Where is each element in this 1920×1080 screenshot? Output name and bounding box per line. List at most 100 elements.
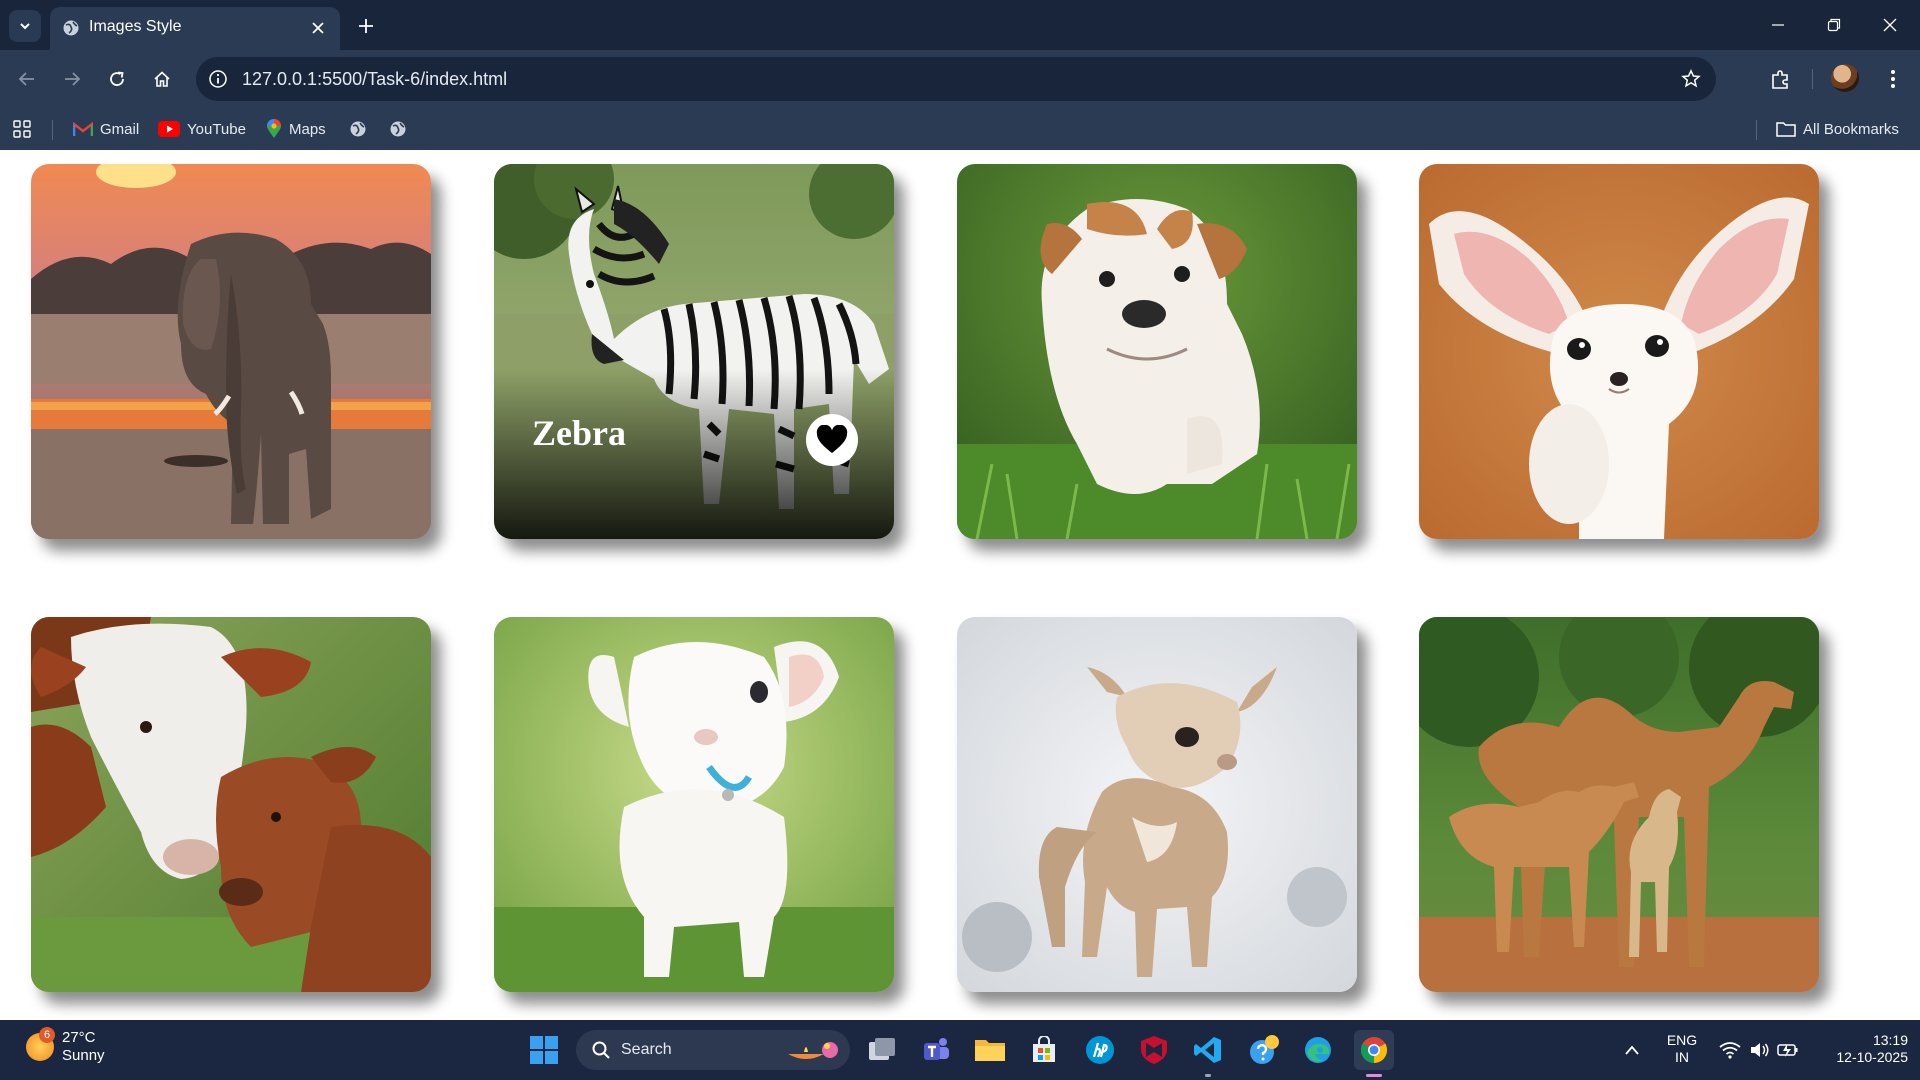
- new-tab-button[interactable]: [352, 12, 380, 40]
- windows-icon: [530, 1036, 558, 1064]
- reload-button[interactable]: [102, 64, 132, 94]
- task-view-button[interactable]: [862, 1030, 902, 1070]
- card-caption: Zebra: [532, 413, 626, 453]
- chrome-button[interactable]: [1354, 1030, 1394, 1070]
- close-icon: [312, 22, 324, 34]
- close-window-button[interactable]: [1870, 10, 1910, 40]
- bookmark-gmail[interactable]: Gmail: [73, 117, 139, 141]
- globe-icon: [63, 20, 79, 36]
- vscode-button[interactable]: [1188, 1030, 1228, 1070]
- back-button[interactable]: [12, 64, 42, 94]
- youtube-icon: [158, 121, 180, 137]
- gallery-card-camels[interactable]: [1419, 617, 1819, 992]
- restore-button[interactable]: [1814, 10, 1854, 40]
- elephant-image: [31, 164, 431, 539]
- taskbar-search-label: Search: [621, 1041, 672, 1058]
- clock-button[interactable]: 13:19 12-10-2025: [1812, 1032, 1908, 1066]
- chevron-down-icon: [20, 23, 30, 30]
- start-button[interactable]: [524, 1030, 564, 1070]
- mcafee-button[interactable]: [1134, 1030, 1174, 1070]
- gallery-card-fennec-fox[interactable]: [1419, 164, 1819, 539]
- apps-button[interactable]: [13, 117, 31, 141]
- bookmark-globe-1[interactable]: [349, 117, 367, 141]
- battery-charging-icon: [1777, 1044, 1798, 1057]
- teams-button[interactable]: [916, 1030, 956, 1070]
- fennec-fox-image: [1419, 164, 1819, 539]
- edge-icon: [1305, 1037, 1331, 1063]
- bookmark-globe-2[interactable]: [389, 117, 407, 141]
- home-button[interactable]: [147, 64, 177, 94]
- bookmarks-bar: Gmail YouTube Maps All Bookmarks: [0, 108, 1920, 150]
- minimize-button[interactable]: [1758, 10, 1798, 40]
- reload-icon: [110, 71, 124, 86]
- menu-button[interactable]: [1878, 64, 1908, 94]
- tab-title: Images Style: [89, 18, 182, 35]
- bookmark-youtube[interactable]: YouTube: [158, 117, 246, 141]
- taskbar-search-box[interactable]: Search: [576, 1030, 850, 1070]
- toolbar-divider: [1812, 69, 1813, 89]
- maps-icon: [267, 119, 281, 138]
- url-text[interactable]: 127.0.0.1:5500/Task-6/index.html: [242, 69, 507, 90]
- vscode-running-indicator: [1205, 1074, 1211, 1077]
- bulldog-image: [957, 164, 1357, 539]
- gallery-card-elephant[interactable]: [31, 164, 431, 539]
- info-icon: [209, 70, 227, 88]
- site-info-button[interactable]: [204, 65, 232, 93]
- browser-toolbar: 127.0.0.1:5500/Task-6/index.html: [0, 50, 1920, 108]
- bookmark-maps[interactable]: Maps: [266, 117, 326, 141]
- globe-icon: [390, 121, 406, 137]
- task-view-icon: [869, 1038, 895, 1060]
- search-icon: [592, 1041, 610, 1059]
- all-bookmarks-label: All Bookmarks: [1803, 120, 1899, 138]
- gallery-card-cow[interactable]: [31, 617, 431, 992]
- weather-badge: 6: [39, 1027, 55, 1043]
- bookmark-label: Maps: [289, 120, 326, 138]
- camels-image: [1419, 617, 1819, 992]
- active-tab[interactable]: Images Style: [50, 7, 340, 50]
- store-icon: [1033, 1036, 1055, 1062]
- chrome-active-indicator: [1366, 1074, 1382, 1077]
- clock-date: 12-10-2025: [1836, 1049, 1908, 1065]
- quick-settings-button[interactable]: [1714, 1030, 1804, 1070]
- extensions-button[interactable]: [1766, 64, 1796, 94]
- favorite-button[interactable]: [806, 414, 858, 466]
- arrow-right-icon: [65, 72, 81, 86]
- vscode-icon: [1194, 1037, 1221, 1063]
- tab-search-button[interactable]: [9, 10, 41, 42]
- weather-widget[interactable]: 6 27°C Sunny: [26, 1027, 105, 1065]
- bookmark-label: Gmail: [100, 120, 140, 138]
- gallery-card-zebra[interactable]: Zebra: [494, 164, 894, 539]
- gmail-icon: [73, 121, 93, 136]
- microsoft-store-button[interactable]: [1024, 1030, 1064, 1070]
- profile-avatar[interactable]: [1831, 64, 1859, 92]
- home-icon: [154, 71, 170, 87]
- file-explorer-button[interactable]: [970, 1030, 1010, 1070]
- close-tab-button[interactable]: [306, 16, 330, 40]
- teams-icon: [924, 1038, 949, 1060]
- show-hidden-icons-button[interactable]: [1612, 1030, 1652, 1070]
- edge-button[interactable]: [1298, 1030, 1338, 1070]
- region-label: IN: [1675, 1049, 1689, 1065]
- help-icon: [1250, 1035, 1279, 1064]
- get-help-button[interactable]: [1244, 1030, 1284, 1070]
- hp-icon: [1086, 1036, 1114, 1064]
- address-bar[interactable]: 127.0.0.1:5500/Task-6/index.html: [196, 57, 1716, 101]
- restore-icon: [1827, 18, 1841, 32]
- page-content: Zebra: [0, 150, 1920, 1020]
- gallery-card-lamb[interactable]: [494, 617, 894, 992]
- weather-condition: Sunny: [62, 1047, 105, 1064]
- bookmark-star-button[interactable]: [1678, 66, 1704, 92]
- forward-button[interactable]: [57, 64, 87, 94]
- gallery-card-goat[interactable]: [957, 617, 1357, 992]
- chrome-icon: [1360, 1037, 1388, 1064]
- hp-app-button[interactable]: [1080, 1030, 1120, 1070]
- all-bookmarks-button[interactable]: All Bookmarks: [1776, 117, 1899, 141]
- tab-strip: Images Style: [0, 0, 1920, 50]
- gallery-card-bulldog[interactable]: [957, 164, 1357, 539]
- temperature: 27°C: [62, 1029, 96, 1046]
- input-language-button[interactable]: ENG IN: [1666, 1032, 1698, 1066]
- minimize-icon: [1772, 24, 1784, 26]
- weather-text: 27°C Sunny: [62, 1029, 105, 1065]
- folder-icon: [1776, 122, 1796, 137]
- puzzle-icon: [1772, 70, 1788, 89]
